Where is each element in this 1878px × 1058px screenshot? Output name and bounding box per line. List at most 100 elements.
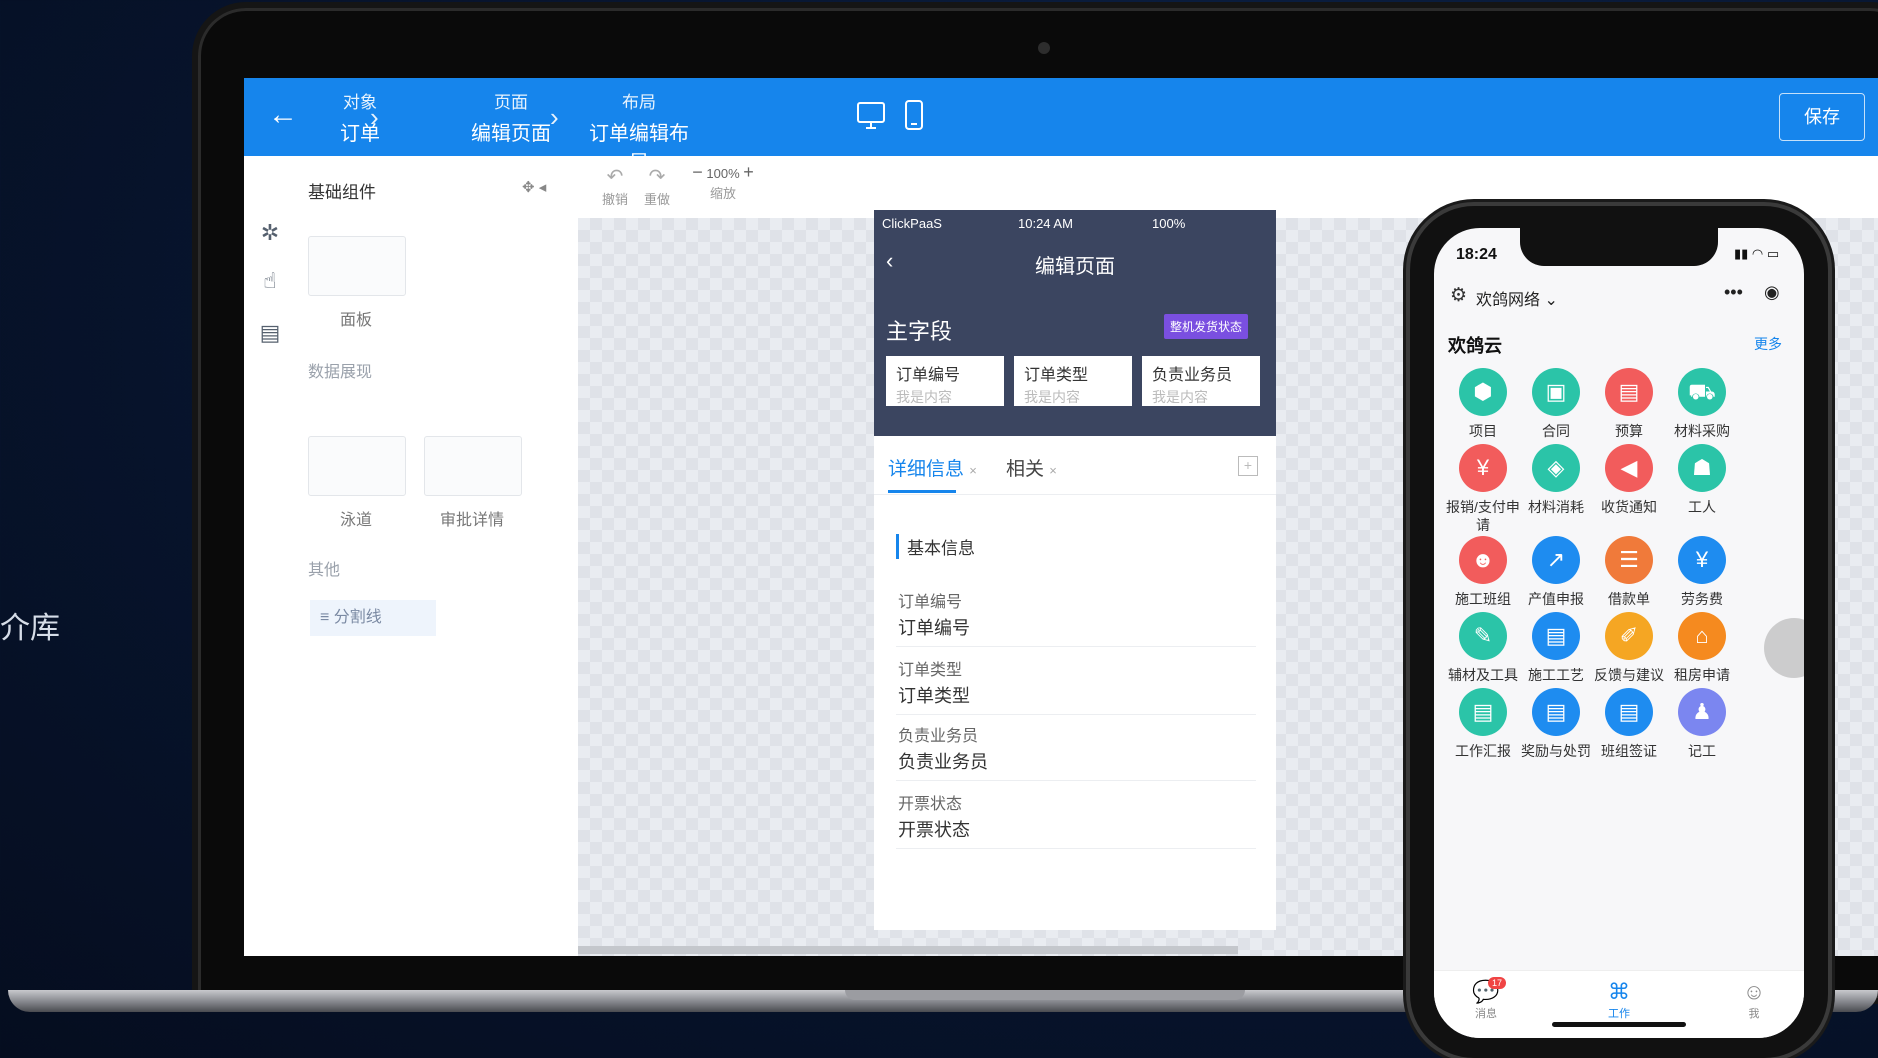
app-tile[interactable]: ☻ 施工班组 [1446, 536, 1520, 608]
edit-icon: ✐ [1605, 612, 1653, 660]
app-tile-label: 施工班组 [1455, 591, 1511, 607]
app-tile[interactable]: ♟ 记工 [1665, 688, 1739, 760]
undo-button[interactable]: ↶ 撤销 [602, 164, 628, 208]
app-tile-label: 收货通知 [1601, 499, 1657, 515]
cube-icon: ⬢ [1459, 368, 1507, 416]
tab-work[interactable]: ⌘ 工作 [1589, 979, 1649, 1021]
app-tile-label: 项目 [1469, 423, 1497, 439]
form-row-value[interactable]: 负责业务员 [898, 748, 988, 774]
form-row-value[interactable]: 订单类型 [898, 682, 970, 708]
app-tile-label: 施工工艺 [1528, 667, 1584, 683]
profile-icon: ☺ [1742, 979, 1766, 1004]
app-tile-label: 材料采购 [1674, 423, 1730, 439]
preview-field-card[interactable]: 订单编号 我是内容 [886, 356, 1004, 406]
app-tile[interactable]: ⌂ 租房申请 [1665, 612, 1739, 684]
app-tile[interactable]: ↗ 产值申报 [1519, 536, 1593, 608]
more-link[interactable]: 更多 [1754, 334, 1782, 354]
app-tile[interactable]: ⬢ 项目 [1446, 368, 1520, 440]
app-tile-label: 预算 [1615, 423, 1643, 439]
crumb-layout-sub: 布局 [622, 93, 656, 112]
tab-me[interactable]: ☺ 我 [1724, 979, 1784, 1021]
house-icon: ⌂ [1678, 612, 1726, 660]
section-heading: 基本信息 [896, 534, 975, 559]
app-tile[interactable]: ▤ 班组签证 [1592, 688, 1666, 760]
tab-details-label: 详细信息 [888, 459, 965, 480]
panel-component-thumb[interactable] [308, 236, 406, 296]
touch-indicator [1764, 618, 1804, 678]
form-row-label: 开票状态 [898, 796, 963, 813]
save-button[interactable]: 保存 [1779, 93, 1865, 141]
back-arrow-icon[interactable]: ← [268, 98, 298, 132]
divider-component[interactable]: ≡ 分割线 [310, 600, 436, 636]
horizontal-scrollbar[interactable] [578, 946, 1238, 954]
app-tile[interactable]: ◈ 材料消耗 [1519, 444, 1593, 516]
phone-frame: 18:24 ▮▮ ◠ ▭ ⚙ 欢鸽网络 ⌄ ••• ◉ 欢鸽云 更多 ⬢ 项目 ▣ 合… [1410, 206, 1828, 1058]
zoom-in-icon[interactable]: + [743, 162, 754, 182]
tab-messages[interactable]: 💬 17 消息 [1456, 977, 1516, 1021]
add-tab-icon[interactable]: + [1238, 456, 1258, 476]
tab-messages-label: 消息 [1475, 1008, 1497, 1020]
desktop-icon[interactable] [856, 100, 886, 132]
app-tile[interactable]: ◀ 收货通知 [1592, 444, 1666, 516]
redo-button[interactable]: ↷ 重做 [644, 164, 670, 208]
card-icon[interactable]: ▤ [256, 320, 284, 348]
app-tile[interactable]: ▤ 施工工艺 [1519, 612, 1593, 684]
doc-icon: ▤ [1605, 688, 1653, 736]
panel-component-label: 面板 [339, 312, 372, 329]
app-tile[interactable]: ¥ 报销/支付申请 [1446, 444, 1520, 534]
side-caption: 介库 [0, 612, 60, 645]
crumb-page-sub: 页面 [494, 93, 528, 112]
preview-main-field: 主字段 [886, 319, 953, 344]
close-icon[interactable]: × [969, 463, 977, 478]
zoom-out-icon[interactable]: − [692, 162, 703, 182]
org-selector[interactable]: 欢鸽网络 ⌄ [1476, 286, 1558, 310]
zoom-control[interactable]: − 100% + 缩放 [688, 162, 758, 202]
close-icon[interactable]: × [1049, 463, 1057, 478]
unread-badge: 17 [1488, 977, 1507, 989]
field-card-value: 我是内容 [1152, 389, 1208, 405]
tab-related[interactable]: 相关 × [1006, 454, 1057, 481]
mobile-preview[interactable]: ClickPaaS 10:24 AM 100% ‹ 编辑页面 主字段 整机发货状… [874, 210, 1276, 930]
crumb-object[interactable]: 对象 订单 [330, 88, 390, 146]
app-tile[interactable]: ☰ 借款单 [1592, 536, 1666, 608]
app-tile[interactable]: ▤ 预算 [1592, 368, 1666, 440]
component-panel: 基础组件 ✥ ◂ 面板 数据展现 泳道 审批详情 其他 ≡ 分割线 [296, 156, 579, 956]
chevron-right-icon: › [550, 102, 559, 132]
pointer-hand-icon[interactable]: ☝ [256, 268, 284, 296]
doc-icon: ▤ [1459, 688, 1507, 736]
form-row-value[interactable]: 订单编号 [898, 614, 970, 640]
preview-field-card[interactable]: 负责业务员 我是内容 [1142, 356, 1260, 406]
preview-field-card[interactable]: 订单类型 我是内容 [1014, 356, 1132, 406]
approval-thumb[interactable] [424, 436, 522, 496]
target-icon[interactable]: ◉ [1764, 282, 1780, 303]
form-row-label: 订单类型 [898, 662, 963, 679]
panel-title: 基础组件 [308, 183, 376, 202]
pin-icon[interactable]: ✥ ◂ [522, 178, 546, 196]
preview-carrier: ClickPaaS [882, 216, 942, 231]
laptop-notch [845, 990, 1245, 1000]
doc-icon: ▤ [1532, 612, 1580, 660]
gear-icon[interactable]: ⚙ [1450, 284, 1467, 307]
app-tile[interactable]: ☗ 工人 [1665, 444, 1739, 516]
app-tile[interactable]: ▤ 奖励与处罚 [1519, 688, 1593, 760]
app-tile[interactable]: ▤ 工作汇报 [1446, 688, 1520, 760]
book-icon: ▣ [1532, 368, 1580, 416]
app-tile[interactable]: ✐ 反馈与建议 [1592, 612, 1666, 684]
more-dots-icon[interactable]: ••• [1724, 282, 1743, 303]
field-card-label: 订单编号 [896, 367, 961, 384]
app-tile[interactable]: ⛟ 材料采购 [1665, 368, 1739, 440]
mobile-icon[interactable] [899, 100, 929, 132]
app-tile[interactable]: ▣ 合同 [1519, 368, 1593, 440]
worker-icon: ☗ [1678, 444, 1726, 492]
phone-notch [1520, 228, 1718, 266]
puzzle-icon[interactable]: ✲ [256, 220, 284, 248]
app-tile-label: 材料消耗 [1528, 499, 1584, 515]
swimlane-thumb[interactable] [308, 436, 406, 496]
form-row-value[interactable]: 开票状态 [898, 816, 970, 842]
crumb-page[interactable]: 页面 编辑页面 [466, 88, 556, 146]
preview-tabs: 详细信息 × 相关 × + [874, 436, 1276, 495]
team-icon: ☻ [1459, 536, 1507, 584]
tab-details[interactable]: 详细信息 × [888, 454, 977, 481]
app-tile[interactable]: ✎ 辅材及工具 [1446, 612, 1520, 684]
app-tile[interactable]: ¥ 劳务费 [1665, 536, 1739, 608]
